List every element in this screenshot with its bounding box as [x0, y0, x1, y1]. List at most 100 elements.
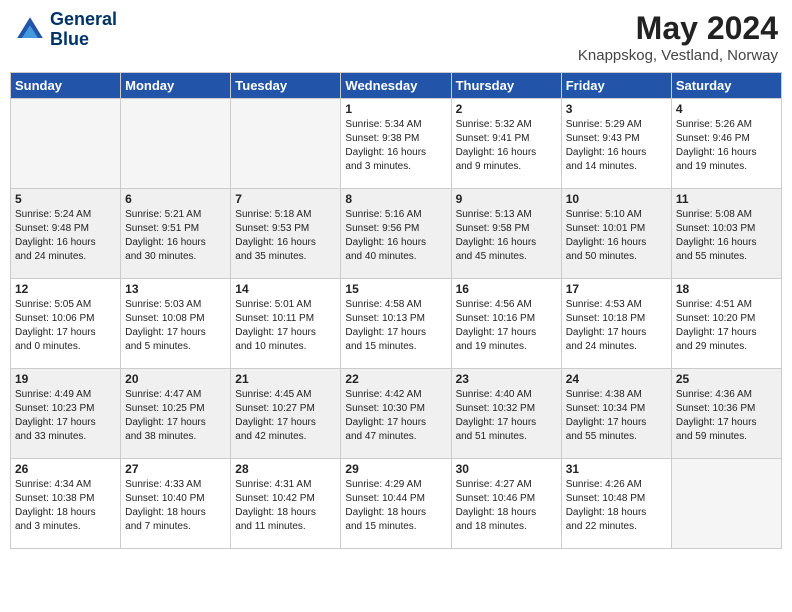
weekday-header-sunday: Sunday: [11, 73, 121, 99]
day-info: Sunrise: 4:42 AM Sunset: 10:30 PM Daylig…: [345, 388, 446, 444]
day-number: 10: [566, 192, 667, 206]
day-info: Sunrise: 5:26 AM Sunset: 9:46 PM Dayligh…: [676, 118, 777, 174]
calendar-cell: 28 Sunrise: 4:31 AM Sunset: 10:42 PM Dayl…: [231, 459, 341, 549]
day-info: Sunrise: 4:58 AM Sunset: 10:13 PM Daylig…: [345, 298, 446, 354]
day-number: 13: [125, 282, 226, 296]
day-info: Sunrise: 4:53 AM Sunset: 10:18 PM Daylig…: [566, 298, 667, 354]
calendar-week-row: 26Sunrise: 4:34 AM Sunset: 10:38 PM Dayl…: [11, 459, 782, 549]
calendar-week-row: 1Sunrise: 5:34 AM Sunset: 9:38 PM Daylig…: [11, 99, 782, 189]
calendar-cell: [121, 99, 231, 189]
weekday-header-wednesday: Wednesday: [341, 73, 451, 99]
weekday-header-tuesday: Tuesday: [231, 73, 341, 99]
calendar-week-row: 19 Sunrise: 4:49 AM Sunset: 10:23 PM Dayl…: [11, 369, 782, 459]
day-number: 18: [676, 282, 777, 296]
calendar-cell: 19 Sunrise: 4:49 AM Sunset: 10:23 PM Dayl…: [11, 369, 121, 459]
day-info: Sunrise: 4:29 AM Sunset: 10:44 PM Daylig…: [345, 478, 446, 534]
day-number: 9: [456, 192, 557, 206]
calendar-cell: 24Sunrise: 4:38 AM Sunset: 10:34 PM Dayl…: [561, 369, 671, 459]
calendar-cell: 18 Sunrise: 4:51 AM Sunset: 10:20 PM Dayl…: [671, 279, 781, 369]
day-number: 19: [15, 372, 116, 386]
day-number: 7: [235, 192, 336, 206]
day-info: Sunrise: 4:45 AM Sunset: 10:27 PM Daylig…: [235, 388, 336, 444]
calendar-cell: [11, 99, 121, 189]
day-info: Sunrise: 5:18 AM Sunset: 9:53 PM Dayligh…: [235, 208, 336, 264]
calendar-cell: 13Sunrise: 5:03 AM Sunset: 10:08 PM Dayl…: [121, 279, 231, 369]
day-info: Sunrise: 4:56 AM Sunset: 10:16 PM Daylig…: [456, 298, 557, 354]
day-number: 31: [566, 462, 667, 476]
calendar-cell: 25 Sunrise: 4:36 AM Sunset: 10:36 PM Dayl…: [671, 369, 781, 459]
calendar-table: SundayMondayTuesdayWednesdayThursdayFrid…: [10, 72, 782, 549]
day-info: Sunrise: 4:34 AM Sunset: 10:38 PM Daylig…: [15, 478, 116, 534]
calendar-cell: 23 Sunrise: 4:40 AM Sunset: 10:32 PM Dayl…: [451, 369, 561, 459]
day-info: Sunrise: 5:08 AM Sunset: 10:03 PM Daylig…: [676, 208, 777, 264]
calendar-cell: 16 Sunrise: 4:56 AM Sunset: 10:16 PM Dayl…: [451, 279, 561, 369]
day-number: 21: [235, 372, 336, 386]
calendar-cell: [671, 459, 781, 549]
day-number: 23: [456, 372, 557, 386]
day-info: Sunrise: 4:36 AM Sunset: 10:36 PM Daylig…: [676, 388, 777, 444]
day-info: Sunrise: 4:26 AM Sunset: 10:48 PM Daylig…: [566, 478, 667, 534]
day-number: 29: [345, 462, 446, 476]
logo-text: General Blue: [50, 10, 117, 50]
day-number: 14: [235, 282, 336, 296]
weekday-header-thursday: Thursday: [451, 73, 561, 99]
calendar-cell: 14Sunrise: 5:01 AM Sunset: 10:11 PM Dayl…: [231, 279, 341, 369]
day-number: 12: [15, 282, 116, 296]
calendar-cell: 20 Sunrise: 4:47 AM Sunset: 10:25 PM Dayl…: [121, 369, 231, 459]
weekday-header-row: SundayMondayTuesdayWednesdayThursdayFrid…: [11, 73, 782, 99]
calendar-cell: 26Sunrise: 4:34 AM Sunset: 10:38 PM Dayl…: [11, 459, 121, 549]
day-info: Sunrise: 5:32 AM Sunset: 9:41 PM Dayligh…: [456, 118, 557, 174]
weekday-header-saturday: Saturday: [671, 73, 781, 99]
day-info: Sunrise: 5:16 AM Sunset: 9:56 PM Dayligh…: [345, 208, 446, 264]
calendar-week-row: 12 Sunrise: 5:05 AM Sunset: 10:06 PM Dayl…: [11, 279, 782, 369]
calendar-cell: 8 Sunrise: 5:16 AM Sunset: 9:56 PM Daylig…: [341, 189, 451, 279]
day-info: Sunrise: 5:24 AM Sunset: 9:48 PM Dayligh…: [15, 208, 116, 264]
day-info: Sunrise: 4:27 AM Sunset: 10:46 PM Daylig…: [456, 478, 557, 534]
day-number: 30: [456, 462, 557, 476]
day-number: 16: [456, 282, 557, 296]
calendar-cell: 12 Sunrise: 5:05 AM Sunset: 10:06 PM Dayl…: [11, 279, 121, 369]
calendar-cell: [231, 99, 341, 189]
day-info: Sunrise: 4:38 AM Sunset: 10:34 PM Daylig…: [566, 388, 667, 444]
day-info: Sunrise: 4:49 AM Sunset: 10:23 PM Daylig…: [15, 388, 116, 444]
calendar-cell: 2 Sunrise: 5:32 AM Sunset: 9:41 PM Daylig…: [451, 99, 561, 189]
page-header: General Blue May 2024 Knappskog, Vestlan…: [10, 10, 782, 64]
day-number: 27: [125, 462, 226, 476]
day-info: Sunrise: 4:51 AM Sunset: 10:20 PM Daylig…: [676, 298, 777, 354]
title-block: May 2024 Knappskog, Vestland, Norway: [578, 10, 778, 64]
location: Knappskog, Vestland, Norway: [578, 47, 778, 64]
calendar-cell: 10 Sunrise: 5:10 AM Sunset: 10:01 PM Dayl…: [561, 189, 671, 279]
calendar-cell: 7 Sunrise: 5:18 AM Sunset: 9:53 PM Daylig…: [231, 189, 341, 279]
day-info: Sunrise: 4:33 AM Sunset: 10:40 PM Daylig…: [125, 478, 226, 534]
calendar-cell: 15 Sunrise: 4:58 AM Sunset: 10:13 PM Dayl…: [341, 279, 451, 369]
day-info: Sunrise: 5:10 AM Sunset: 10:01 PM Daylig…: [566, 208, 667, 264]
day-info: Sunrise: 4:40 AM Sunset: 10:32 PM Daylig…: [456, 388, 557, 444]
day-number: 28: [235, 462, 336, 476]
logo-icon: [14, 14, 46, 46]
day-number: 15: [345, 282, 446, 296]
month-year: May 2024: [578, 10, 778, 47]
calendar-cell: 5Sunrise: 5:24 AM Sunset: 9:48 PM Daylig…: [11, 189, 121, 279]
day-number: 11: [676, 192, 777, 206]
day-info: Sunrise: 4:47 AM Sunset: 10:25 PM Daylig…: [125, 388, 226, 444]
day-info: Sunrise: 5:05 AM Sunset: 10:06 PM Daylig…: [15, 298, 116, 354]
day-number: 2: [456, 102, 557, 116]
calendar-cell: 21 Sunrise: 4:45 AM Sunset: 10:27 PM Dayl…: [231, 369, 341, 459]
day-number: 20: [125, 372, 226, 386]
calendar-cell: 29 Sunrise: 4:29 AM Sunset: 10:44 PM Dayl…: [341, 459, 451, 549]
day-number: 1: [345, 102, 446, 116]
calendar-cell: 9Sunrise: 5:13 AM Sunset: 9:58 PM Daylig…: [451, 189, 561, 279]
day-info: Sunrise: 5:29 AM Sunset: 9:43 PM Dayligh…: [566, 118, 667, 174]
logo-line1: General: [50, 10, 117, 30]
weekday-header-friday: Friday: [561, 73, 671, 99]
calendar-cell: 17Sunrise: 4:53 AM Sunset: 10:18 PM Dayl…: [561, 279, 671, 369]
calendar-cell: 1Sunrise: 5:34 AM Sunset: 9:38 PM Daylig…: [341, 99, 451, 189]
day-number: 22: [345, 372, 446, 386]
day-number: 25: [676, 372, 777, 386]
calendar-cell: 3Sunrise: 5:29 AM Sunset: 9:43 PM Daylig…: [561, 99, 671, 189]
calendar-cell: 31 Sunrise: 4:26 AM Sunset: 10:48 PM Dayl…: [561, 459, 671, 549]
day-number: 8: [345, 192, 446, 206]
logo: General Blue: [14, 10, 117, 50]
calendar-cell: 6Sunrise: 5:21 AM Sunset: 9:51 PM Daylig…: [121, 189, 231, 279]
day-info: Sunrise: 4:31 AM Sunset: 10:42 PM Daylig…: [235, 478, 336, 534]
